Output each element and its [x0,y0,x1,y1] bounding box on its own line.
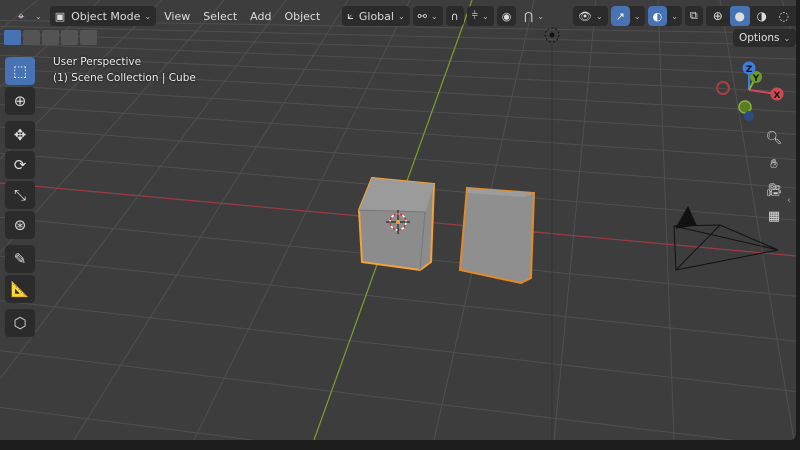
magnet-icon: ∩ [450,9,459,23]
move-tool[interactable]: ✥ [5,121,35,149]
transform-orientation-dropdown[interactable]: ⟀ Global ⌄ [342,6,410,26]
camera-view-button[interactable]: 🎥︎ [763,179,785,201]
solid-shading-icon[interactable]: ● [729,6,750,26]
gizmo-icon: ↗ [610,6,630,26]
select-intersect-icon[interactable] [80,30,97,45]
selection-mode-group[interactable] [4,30,97,45]
menu-select[interactable]: Select [198,6,242,26]
options-dropdown[interactable]: Options ⌄ [733,29,796,47]
wireframe-shading-icon[interactable]: ⊕ [708,6,728,26]
options-label: Options [739,32,780,44]
visibility-dropdown[interactable]: 👁 ⌄ [573,6,608,26]
menu-object[interactable]: Object [279,6,325,26]
menu-view[interactable]: View [159,6,195,26]
collection-info: (1) Scene Collection | Cube [53,72,196,84]
select-box-icon: ⬚ [12,62,28,80]
overlays-icon: ◐ [647,6,668,26]
add-cube-icon: ⬡ [13,314,27,332]
snap-target-dropdown[interactable]: ⫩ ⌄ [466,6,494,26]
gizmo-x-label: X [774,91,781,101]
rotate-tool[interactable]: ⟳ [5,151,35,179]
grid-icon: ▦ [767,208,781,224]
xray-icon: ⧉ [689,9,698,22]
annotate-tool[interactable]: ✎ [5,245,35,273]
pivot-icon: ⚯ [417,9,427,23]
falloff-curve-icon: ⋂ [524,9,534,23]
scale-icon: ⤡ [13,186,26,204]
orientation-icon: ⟀ [347,9,354,22]
view-name: User Perspective [53,56,142,68]
select-invert-icon[interactable] [61,30,78,45]
measure-tool[interactable]: 📐 [5,275,35,303]
grid-line [0,300,796,393]
pivot-point-dropdown[interactable]: ⚯ ⌄ [412,6,443,26]
cursor-tool[interactable]: ⊕ [5,87,35,115]
shading-group[interactable]: ⊕ ● ◑ ◌ ⌄ [705,6,796,26]
object-mode-icon: ▣ [54,9,66,23]
perspective-toggle[interactable]: ▦ [763,205,785,227]
transform-tool[interactable]: ⊛ [5,211,35,239]
grid-line [0,406,252,440]
proportional-icon: ◉ [501,9,512,23]
grid-line [657,0,675,440]
annotate-icon: ✎ [13,250,27,268]
gizmo-z-label: Z [746,65,753,75]
rotate-icon: ⟳ [13,156,27,174]
pan-button[interactable]: ✋︎ [763,153,785,175]
hand-icon: ✋︎ [770,156,778,172]
zoom-icon: 🔍︎ [765,130,783,146]
orientation-label: Global [358,9,394,23]
camera-icon: 🎥︎ [765,182,783,198]
transform-icon: ⊛ [13,216,27,234]
navigation-gizmo[interactable]: Y Z X [716,61,784,122]
snap-toggle[interactable]: ∩ [445,6,464,26]
gizmo-y-label: Y [752,74,760,84]
move-icon: ✥ [13,126,27,144]
sidebar-toggle-icon[interactable]: ‹ [787,195,791,206]
cube-active[interactable] [357,176,436,272]
snap-increment-icon: ⫩ [471,9,478,22]
grid-line [0,104,796,161]
select-subtract-icon[interactable] [42,30,59,45]
zoom-button[interactable]: 🔍︎ [763,127,785,149]
rendered-shading-icon[interactable]: ◌ [774,6,794,26]
cube-selected[interactable] [458,186,536,285]
grid-line [0,84,796,135]
add-cube-tool[interactable]: ⬡ [5,309,35,337]
mode-dropdown[interactable]: ▣ Object Mode ⌄ [49,6,157,26]
editor-type-button[interactable]: ⌖ ⌄ [6,6,47,26]
falloff-dropdown[interactable]: ⋂ ⌄ [519,6,549,26]
3d-viewport-icon: ⌖ [17,8,25,23]
status-bar [0,442,800,450]
3d-viewport[interactable]: Y Z X ⌖ ⌄ ▣ Object Mode ⌄ View Select Add O… [0,0,796,440]
select-extend-icon[interactable] [23,30,40,45]
proportional-edit-toggle[interactable]: ◉ [496,6,517,26]
select-new-icon[interactable] [4,30,21,45]
select-box-tool[interactable]: ⬚ [5,57,35,85]
grid-line [0,126,796,189]
material-shading-icon[interactable]: ◑ [752,6,772,26]
gizmo-toggle[interactable]: ↗ ⌄ [610,6,645,26]
grid-line [0,350,733,440]
menu-add[interactable]: Add [245,6,276,26]
eye-icon: 👁 [578,9,592,23]
overlays-toggle[interactable]: ◐ ⌄ [647,6,682,26]
scale-tool[interactable]: ⤡ [5,181,35,209]
mode-label: Object Mode [71,9,141,23]
cursor-icon: ⊕ [13,92,27,110]
xray-toggle[interactable]: ⧉ [684,6,703,26]
measure-icon: 📐 [10,280,30,298]
toolbar: ⬚ ⊕ ✥ ⟳ ⤡ ⊛ ✎ 📐 ⬡ [5,57,35,339]
